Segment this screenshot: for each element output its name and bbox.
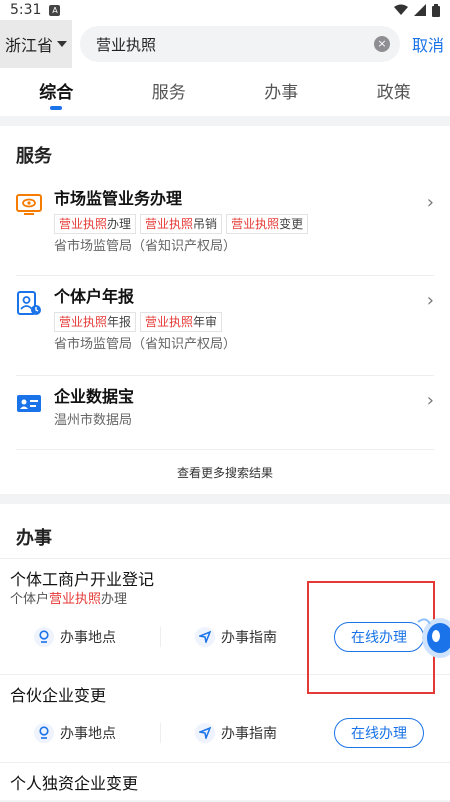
chevron-right-icon: › [427,290,434,311]
tag-text: 年审 [193,315,217,329]
tag-highlight: 营业执照 [145,217,193,231]
tab-policies[interactable]: 政策 [338,68,450,116]
service-name: 企业数据宝 [54,386,434,408]
affairs-section: 办事 个体工商户开业登记 个体户营业执照办理 办事地点 办事指南 在线办理 合伙… [0,504,450,800]
affair-subtitle: 个体户营业执照办理 [10,591,440,609]
chevron-right-icon: › [427,192,434,213]
service-tag[interactable]: 营业执照年审 [140,312,222,332]
chevron-right-icon: › [427,390,434,411]
search-header: 浙江省 营业执照 × 取消 [0,20,450,68]
guide-link[interactable]: 办事指南 [160,723,310,743]
location-link[interactable]: 办事地点 [10,723,160,743]
affairs-title: 办事 [0,504,450,558]
tag-highlight: 营业执照 [231,217,279,231]
tag-text: 办理 [107,217,131,231]
guide-label: 办事指南 [221,723,277,743]
id-card-icon [16,390,42,416]
compass-icon [195,723,215,743]
assistant-robot-icon[interactable] [416,612,450,662]
more-results-link[interactable]: 查看更多搜索结果 [0,450,450,481]
tag-text: 年报 [107,315,131,329]
service-tag[interactable]: 营业执照吊销 [140,214,222,234]
person-document-icon [16,290,42,316]
tab-affairs[interactable]: 办事 [225,68,338,116]
search-input[interactable]: 营业执照 × [80,26,400,62]
tag-text: 吊销 [193,217,217,231]
tag-text: 变更 [279,217,303,231]
location-link[interactable]: 办事地点 [10,627,160,647]
tag-highlight: 营业执照 [59,315,107,329]
service-name: 个体户年报 [54,286,434,308]
wifi-icon [394,4,408,16]
affair-item-sole-proprietorship-change[interactable]: 个人独资企业变更 [0,762,450,802]
service-item-market-supervision[interactable]: 市场监管业务办理 营业执照办理 营业执照吊销 营业执照变更 省市场监管局（省知识… [16,178,434,276]
online-apply-button[interactable]: 在线办理 [334,718,424,748]
affair-name: 合伙企业变更 [10,685,440,707]
tag-highlight: 营业执照 [145,315,193,329]
cancel-button[interactable]: 取消 [412,32,444,56]
tab-services[interactable]: 服务 [113,68,226,116]
status-icons [394,4,440,17]
battery-icon [432,4,440,17]
guide-link[interactable]: 办事指南 [160,627,310,647]
status-bar: 5:31 A [0,0,450,20]
affair-actions: 办事地点 办事指南 在线办理 [10,711,440,755]
chevron-down-icon [57,41,67,47]
service-tag[interactable]: 营业执照办理 [54,214,136,234]
affair-actions: 办事地点 办事指南 在线办理 [10,615,440,659]
province-label: 浙江省 [5,32,53,56]
result-tabs: 综合 服务 办事 政策 [0,68,450,116]
service-item-enterprise-data[interactable]: 企业数据宝 温州市数据局 › [16,376,434,450]
status-time: 5:31 [10,2,41,18]
location-pin-icon [34,723,54,743]
services-section: 服务 市场监管业务办理 营业执照办理 营业执照吊销 营业执照变更 省市场监管局（… [0,126,450,494]
guide-label: 办事指南 [221,627,277,647]
affair-subtitle-suffix: 办理 [101,592,127,607]
tag-highlight: 营业执照 [59,217,107,231]
monitor-eye-icon [16,192,42,218]
affair-subtitle-prefix: 个体户 [10,592,49,607]
service-department: 温州市数据局 [54,412,434,430]
signal-icon [414,4,426,16]
service-item-annual-report[interactable]: 个体户年报 营业执照年报 营业执照年审 省市场监管局（省知识产权局） › [16,276,434,376]
affair-name: 个人独资企业变更 [10,773,440,795]
affair-item-partnership-change[interactable]: 合伙企业变更 办事地点 办事指南 在线办理 [0,674,450,762]
notification-icon: A [49,5,60,16]
affair-name: 个体工商户开业登记 [10,569,440,591]
location-pin-icon [34,627,54,647]
affair-item-individual-registration[interactable]: 个体工商户开业登记 个体户营业执照办理 办事地点 办事指南 在线办理 [0,558,450,674]
service-tag[interactable]: 营业执照年报 [54,312,136,332]
service-tags: 营业执照年报 营业执照年审 [54,312,434,332]
location-label: 办事地点 [60,723,116,743]
compass-icon [195,627,215,647]
affair-subtitle-highlight: 营业执照 [49,592,101,607]
service-tags: 营业执照办理 营业执照吊销 营业执照变更 [54,214,434,234]
search-query: 营业执照 [96,34,374,55]
online-apply-button[interactable]: 在线办理 [334,622,424,652]
service-name: 市场监管业务办理 [54,188,434,210]
tab-comprehensive[interactable]: 综合 [0,68,113,116]
service-department: 省市场监管局（省知识产权局） [54,238,434,256]
services-title: 服务 [0,126,450,178]
location-label: 办事地点 [60,627,116,647]
service-department: 省市场监管局（省知识产权局） [54,336,434,354]
clear-icon[interactable]: × [374,36,390,52]
province-selector[interactable]: 浙江省 [0,20,72,68]
service-tag[interactable]: 营业执照变更 [226,214,308,234]
